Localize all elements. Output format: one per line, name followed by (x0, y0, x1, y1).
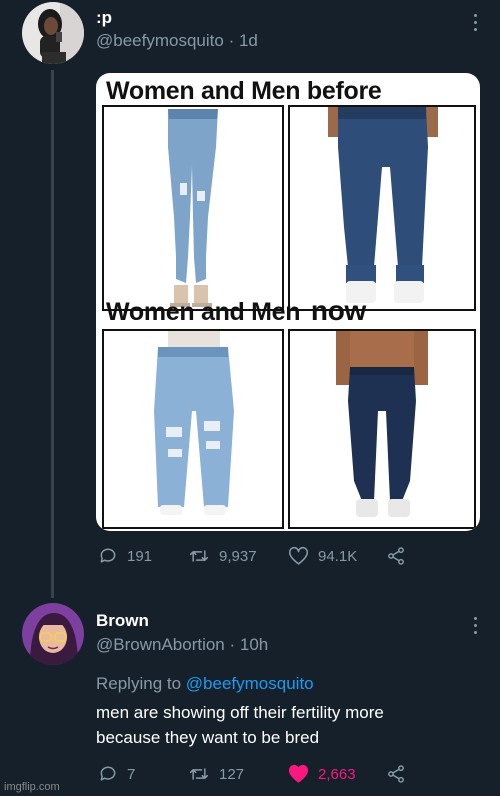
handle[interactable]: @beefymosquito (96, 31, 224, 50)
timestamp[interactable]: 10h (240, 635, 268, 654)
tweet-original: :p @beefymosquito · 1d Women and Men bef… (0, 0, 500, 600)
meme-heading-bottom: Women and Men now (106, 295, 366, 327)
like-action[interactable]: 2,663 (288, 764, 386, 784)
handle[interactable]: @BrownAbortion (96, 635, 225, 654)
tweet-body: men are showing off their fertility more… (96, 700, 476, 750)
reply-tweet-actions: 7 127 2,663 (98, 764, 406, 784)
replying-to-label: Replying to (96, 674, 182, 693)
retweet-action[interactable]: 9,937 (188, 546, 288, 566)
display-name[interactable]: :p (96, 8, 112, 28)
more-icon[interactable] (474, 14, 478, 35)
reply-action[interactable]: 191 (98, 546, 188, 566)
meme-heading-bottom-prefix: Women and Men (106, 298, 301, 326)
meme-image[interactable]: Women and Men before Women and Men now (96, 73, 480, 531)
panel-men-before (288, 105, 476, 311)
handle-and-time[interactable]: @beefymosquito · 1d (96, 31, 258, 51)
like-count: 2,663 (318, 765, 356, 783)
retweet-icon (189, 768, 209, 780)
meme-heading-bottom-suffix: now (310, 295, 367, 326)
thread-line (51, 70, 54, 598)
reply-count: 191 (127, 547, 153, 565)
avatar-brownabortion[interactable] (22, 603, 84, 665)
more-icon[interactable] (474, 617, 478, 638)
tweet-actions: 191 9,937 94.1K (98, 546, 406, 566)
timestamp[interactable]: 1d (239, 31, 258, 50)
separator-dot: · (229, 635, 240, 654)
share-icon (388, 765, 404, 783)
share-action[interactable] (386, 764, 406, 784)
avatar-beefymosquito[interactable] (22, 2, 84, 64)
like-action[interactable]: 94.1K (288, 546, 386, 566)
retweet-count: 9,937 (219, 547, 257, 565)
tweet-body-line-1: men are showing off their fertility more (96, 703, 384, 722)
heart-icon (288, 764, 309, 783)
comment-icon (100, 766, 116, 781)
reply-count: 7 (127, 765, 136, 783)
meme-heading-top: Women and Men before (106, 77, 382, 105)
share-action[interactable] (386, 546, 406, 566)
retweet-icon (189, 550, 209, 562)
replying-to-mention[interactable]: @beefymosquito (186, 674, 314, 693)
like-count: 94.1K (318, 547, 358, 565)
retweet-action[interactable]: 127 (188, 764, 288, 784)
replying-to: Replying to @beefymosquito (96, 674, 314, 694)
imgflip-watermark: imgflip.com (4, 781, 60, 793)
heart-icon (288, 546, 309, 565)
tweet-body-line-2: because they want to be bred (96, 728, 320, 747)
share-icon (388, 547, 404, 565)
separator-dot: · (228, 31, 239, 50)
retweet-count: 127 (219, 765, 245, 783)
panel-women-now (102, 329, 284, 529)
panel-men-now (288, 329, 476, 529)
handle-and-time[interactable]: @BrownAbortion · 10h (96, 635, 268, 655)
panel-women-before (102, 105, 284, 311)
reply-action[interactable]: 7 (98, 764, 188, 784)
comment-icon (100, 548, 116, 563)
display-name[interactable]: Brown (96, 611, 149, 631)
